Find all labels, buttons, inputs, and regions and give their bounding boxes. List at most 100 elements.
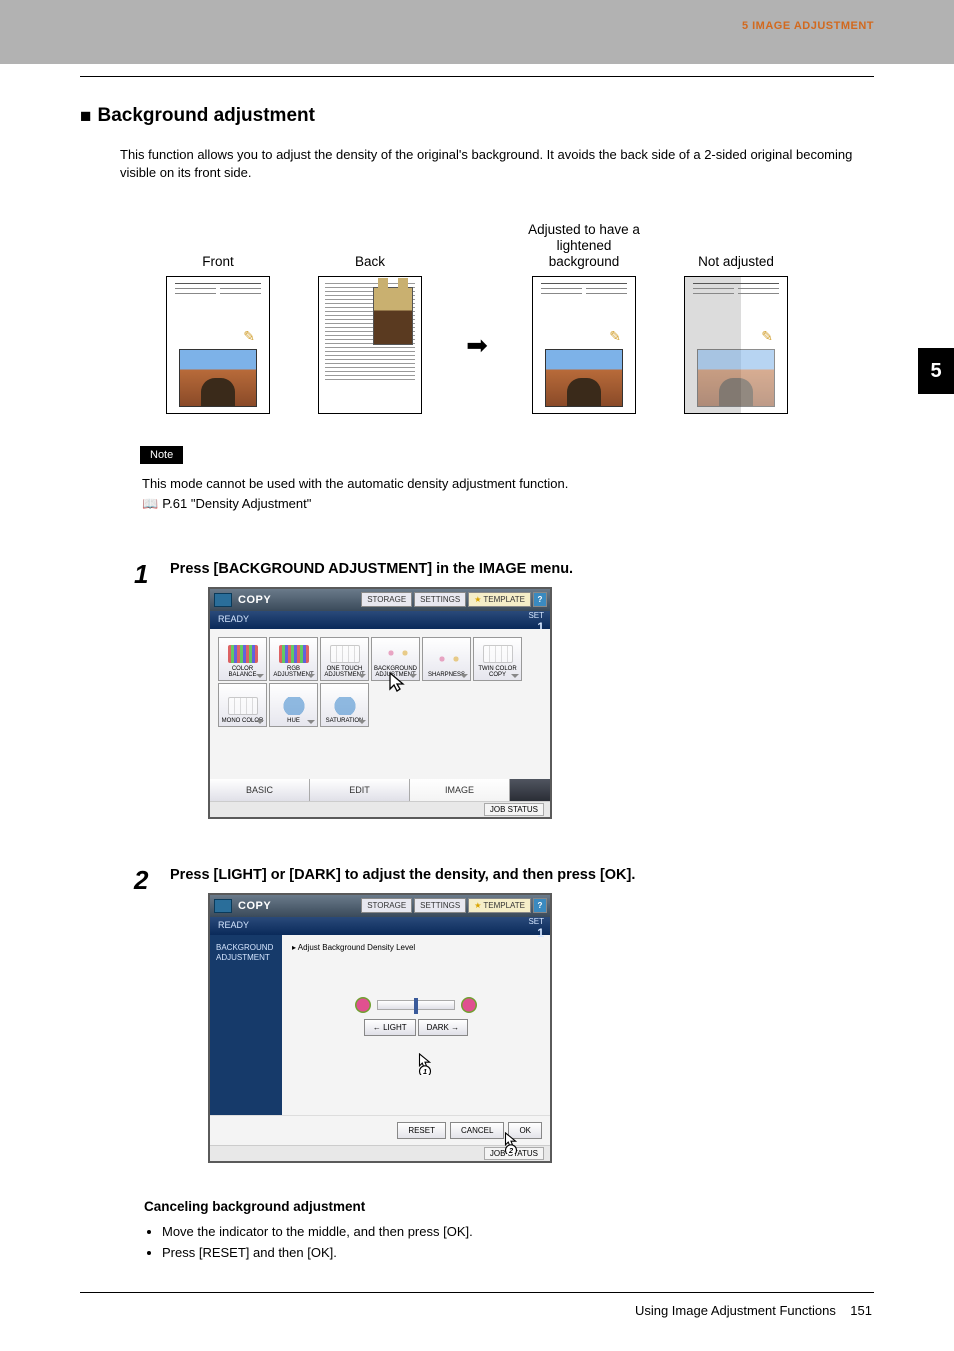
diagram-label-front: Front — [202, 210, 234, 270]
photo-icon — [697, 349, 775, 407]
template-button[interactable]: ★TEMPLATE — [468, 592, 531, 607]
section-title: ■ Background adjustment — [80, 105, 874, 128]
diagram-arrow: ➡ — [462, 210, 492, 414]
help-button[interactable]: ? — [533, 898, 547, 913]
lcd-screenshot-1: COPY STORAGE SETTINGS ★TEMPLATE ? READY … — [208, 587, 552, 819]
book-icon: 📖 — [142, 496, 158, 511]
lcd-title: COPY — [238, 594, 271, 606]
docpage-adjusted: ✎ — [532, 276, 636, 414]
rule-top — [80, 76, 874, 77]
flower-light-icon — [355, 997, 371, 1013]
lcd-bg-adjust-panel: BACKGROUND ADJUSTMENT ▸ Adjust Backgroun… — [210, 935, 550, 1115]
step-2-content: Press [LIGHT] or [DARK] to adjust the de… — [170, 867, 874, 1163]
help-button[interactable]: ? — [533, 592, 547, 607]
lcd-tabs: BASIC EDIT IMAGE — [210, 779, 550, 801]
diagram-front: Front ✎ — [158, 210, 278, 414]
density-bar — [355, 997, 477, 1013]
copy-icon — [214, 593, 232, 607]
cancel-button[interactable]: CANCEL — [450, 1122, 504, 1139]
signature-icon: ✎ — [609, 328, 621, 345]
intro-text: This function allows you to adjust the d… — [120, 146, 874, 182]
tab-edit[interactable]: EDIT — [310, 779, 410, 801]
lcd-top-buttons: STORAGE SETTINGS ★TEMPLATE ? — [361, 592, 547, 607]
square-bullet-icon: ■ — [80, 106, 91, 127]
lcd-jobstatus-bar: JOB STATUS — [210, 801, 550, 817]
tab-image[interactable]: IMAGE — [410, 779, 510, 801]
diagram-not-adjusted: Not adjusted ✎ — [676, 210, 796, 414]
signature-icon: ✎ — [761, 328, 773, 345]
note-text: This mode cannot be used with the automa… — [142, 474, 874, 513]
step-1-content: Press [BACKGROUND ADJUSTMENT] in the IMA… — [170, 561, 874, 819]
top-gray-bar: 5 IMAGE ADJUSTMENT — [0, 0, 954, 64]
docpage-front: ✎ — [166, 276, 270, 414]
canceling-heading: Canceling background adjustment — [144, 1199, 874, 1214]
lcd-ready-bar-2: READY SET 1 — [210, 917, 550, 935]
church-icon — [373, 287, 413, 345]
template-button[interactable]: ★TEMPLATE — [468, 898, 531, 913]
diagram-row: Front ✎ Back ➡ — [80, 210, 874, 414]
storage-button[interactable]: STORAGE — [361, 592, 412, 607]
lcd-ready-bar: READY SET 1 — [210, 611, 550, 629]
svg-text:2: 2 — [508, 1146, 513, 1154]
step-1-number: 1 — [134, 561, 156, 819]
cancel-bullet-2: Press [RESET] and then [OK]. — [162, 1243, 874, 1264]
lcd-main-panel: ▸ Adjust Background Density Level ← LIGH… — [282, 935, 550, 1115]
lcd-image-menu: COLOR BALANCE RGB ADJUSTMENT ONE TOUCH A… — [210, 629, 550, 779]
photo-icon — [179, 349, 257, 407]
page-number: 151 — [850, 1303, 872, 1318]
lcd-screenshot-2: COPY STORAGE SETTINGS ★TEMPLATE ? READY … — [208, 893, 552, 1163]
page-body: ■ Background adjustment This function all… — [0, 64, 954, 1348]
star-icon: ★ — [474, 595, 481, 604]
color-balance-button[interactable]: COLOR BALANCE — [218, 637, 267, 681]
density-scale[interactable] — [377, 1000, 455, 1010]
sharpness-button[interactable]: SHARPNESS — [422, 637, 471, 681]
signature-icon: ✎ — [243, 328, 255, 345]
footer: Using Image Adjustment Functions 151 — [80, 1303, 874, 1318]
step-1: 1 Press [BACKGROUND ADJUSTMENT] in the I… — [134, 561, 874, 819]
instruction-text: ▸ Adjust Background Density Level — [292, 943, 540, 952]
step-2-title: Press [LIGHT] or [DARK] to adjust the de… — [170, 867, 874, 883]
diagram-adjusted: Adjusted to have a lightened background … — [524, 210, 644, 414]
cancel-bullet-1: Move the indicator to the middle, and th… — [162, 1222, 874, 1243]
reset-button[interactable]: RESET — [397, 1122, 446, 1139]
section-title-text: Background adjustment — [97, 105, 314, 126]
lcd-titlebar-2: COPY STORAGE SETTINGS ★TEMPLATE ? — [210, 895, 550, 917]
chapter-tab: 5 — [918, 348, 954, 394]
step-1-title: Press [BACKGROUND ADJUSTMENT] in the IMA… — [170, 561, 874, 577]
mono-color-button[interactable]: MONO COLOR — [218, 683, 267, 727]
settings-button[interactable]: SETTINGS — [414, 898, 466, 913]
light-dark-buttons: ← LIGHT DARK → — [364, 1019, 468, 1036]
lcd-jobstatus-bar-2: JOB STATUS 2 — [210, 1145, 550, 1161]
flower-dark-icon — [461, 997, 477, 1013]
lcd-side-label: BACKGROUND ADJUSTMENT — [210, 935, 282, 1115]
density-control: ← LIGHT DARK → — [292, 997, 540, 1036]
storage-button[interactable]: STORAGE — [361, 898, 412, 913]
lcd-top-buttons-2: STORAGE SETTINGS ★TEMPLATE ? — [361, 898, 547, 913]
copy-icon — [214, 899, 232, 913]
step-2-number: 2 — [134, 867, 156, 1163]
lcd-titlebar: COPY STORAGE SETTINGS ★TEMPLATE ? — [210, 589, 550, 611]
saturation-button[interactable]: SATURATION — [320, 683, 369, 727]
density-indicator — [414, 998, 418, 1014]
background-adjustment-button[interactable]: BACKGROUND ADJUSTMENT — [371, 637, 420, 681]
docpage-back — [318, 276, 422, 414]
dark-button[interactable]: DARK → — [418, 1019, 468, 1036]
docpage-not-adjusted: ✎ — [684, 276, 788, 414]
diagram-label-notadjusted: Not adjusted — [698, 210, 774, 270]
rgb-adjustment-button[interactable]: RGB ADJUSTMENT — [269, 637, 318, 681]
canceling-bullets: Move the indicator to the middle, and th… — [158, 1222, 874, 1264]
job-status-button[interactable]: JOB STATUS — [484, 803, 544, 816]
footer-text: Using Image Adjustment Functions — [635, 1303, 836, 1318]
lcd-bottom-buttons: RESET CANCEL OK — [210, 1115, 550, 1145]
tab-basic[interactable]: BASIC — [210, 779, 310, 801]
hue-button[interactable]: HUE — [269, 683, 318, 727]
arrow-right-icon: ➡ — [466, 276, 488, 414]
diagram-label-back: Back — [355, 210, 385, 270]
light-button[interactable]: ← LIGHT — [364, 1019, 416, 1036]
callout-1: 1 — [414, 1053, 436, 1075]
one-touch-adjustment-button[interactable]: ONE TOUCH ADJUSTMENT — [320, 637, 369, 681]
twin-color-copy-button[interactable]: TWIN COLOR COPY — [473, 637, 522, 681]
settings-button[interactable]: SETTINGS — [414, 592, 466, 607]
note-ref: 📖P.61 "Density Adjustment" — [142, 494, 874, 514]
diagram-back: Back — [310, 210, 430, 414]
